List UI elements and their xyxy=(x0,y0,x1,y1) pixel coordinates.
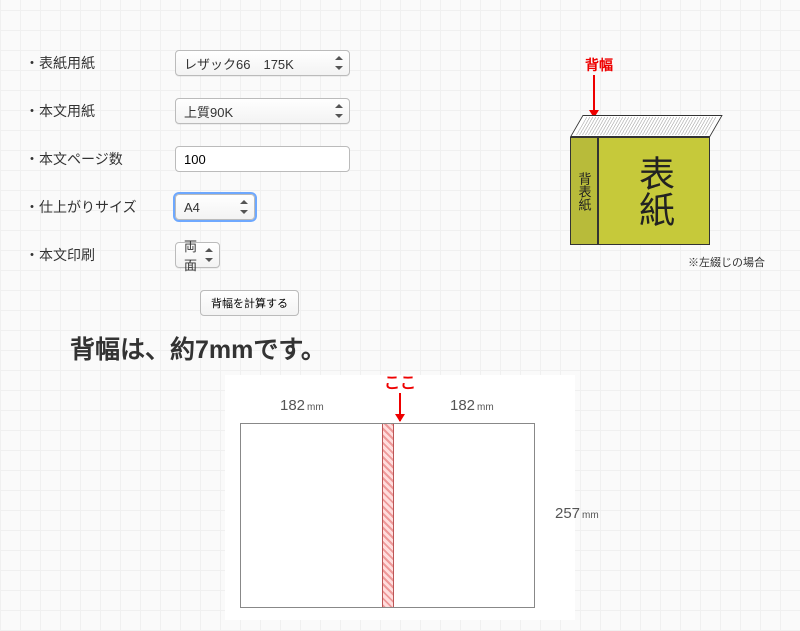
unit-mm: mm xyxy=(307,402,324,413)
spine-width-label: 背幅 xyxy=(585,55,613,75)
label-finish-size: 仕上がりサイズ xyxy=(25,197,175,217)
calculate-spine-button[interactable]: 背幅を計算する xyxy=(200,290,299,316)
book-spine-face: 背表紙 xyxy=(570,137,598,245)
select-body-print[interactable]: 両面 xyxy=(175,242,220,268)
spine-strip xyxy=(382,424,394,607)
result-text: 背幅は、約7mmです。 xyxy=(70,330,326,366)
chevron-updown-icon xyxy=(204,248,214,262)
chevron-updown-icon xyxy=(239,200,249,214)
book-3d: 背表紙 表紙 xyxy=(570,115,710,245)
spread-box xyxy=(240,423,535,608)
book-front-face: 表紙 xyxy=(598,137,710,245)
cover-spread-diagram: ここ 182mm 182mm 257mm xyxy=(225,375,575,620)
dim-width-left-value: 182 xyxy=(280,397,305,414)
dim-width-left: 182mm xyxy=(280,397,324,414)
chevron-updown-icon xyxy=(334,104,344,118)
label-body-print: 本文印刷 xyxy=(25,245,175,265)
dim-width-right-value: 182 xyxy=(450,397,475,414)
chevron-updown-icon xyxy=(334,56,344,70)
select-body-paper[interactable]: 上質90K xyxy=(175,98,350,124)
select-cover-paper[interactable]: レザック66 175K xyxy=(175,50,350,76)
label-page-count: 本文ページ数 xyxy=(25,149,175,169)
select-body-paper-value: 上質90K xyxy=(184,102,233,121)
book-front-text: 表紙 xyxy=(628,155,680,227)
label-cover-paper: 表紙用紙 xyxy=(25,53,175,73)
dim-width-right: 182mm xyxy=(450,397,494,414)
koko-label: ここ xyxy=(384,369,416,393)
input-page-count[interactable] xyxy=(175,146,350,172)
book-spine-text: 背表紙 xyxy=(575,172,594,211)
select-finish-size[interactable]: A4 xyxy=(175,194,255,220)
select-cover-paper-value: レザック66 175K xyxy=(184,54,294,73)
unit-mm: mm xyxy=(582,510,599,521)
dim-height-value: 257 xyxy=(555,505,580,522)
arrow-down-icon xyxy=(399,393,401,421)
book-3d-illustration: 背幅 背表紙 表紙 ※左綴じの場合 xyxy=(530,55,745,270)
label-body-paper: 本文用紙 xyxy=(25,101,175,121)
unit-mm: mm xyxy=(477,402,494,413)
select-finish-size-value: A4 xyxy=(184,200,200,215)
select-body-print-value: 両面 xyxy=(184,236,197,274)
dim-height: 257mm xyxy=(555,505,599,522)
book-page-lines xyxy=(576,117,718,135)
arrow-down-icon xyxy=(593,75,595,117)
left-bind-note: ※左綴じの場合 xyxy=(688,254,765,270)
